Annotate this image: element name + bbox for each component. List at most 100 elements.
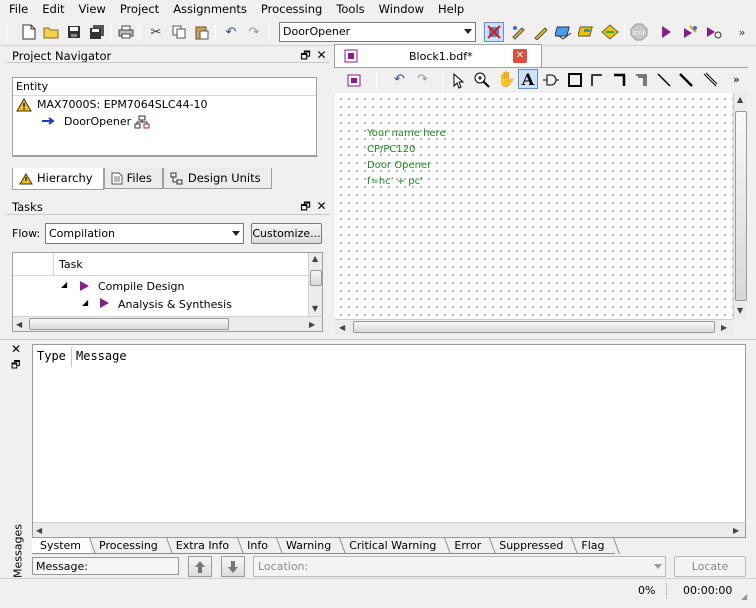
scroll-up-icon[interactable]: ▲: [312, 254, 318, 263]
close-icon[interactable]: ✕: [315, 199, 328, 214]
settings-icon[interactable]: [554, 22, 574, 42]
note-equation[interactable]: f=hc' + pc': [367, 174, 423, 190]
tab-block1[interactable]: Block1.bdf* ✕: [334, 44, 542, 67]
close-tab-icon[interactable]: ✕: [513, 49, 527, 63]
menu-assignments[interactable]: Assignments: [166, 0, 254, 19]
undo-icon[interactable]: ↶: [221, 22, 241, 42]
menu-edit[interactable]: Edit: [35, 0, 71, 19]
scroll-right-icon[interactable]: ▶: [309, 320, 315, 329]
diagonal-node-icon[interactable]: [656, 72, 672, 88]
previous-message-button[interactable]: [188, 556, 212, 577]
note-author[interactable]: Your name here: [367, 126, 446, 142]
entity-column-header[interactable]: Entity: [13, 78, 316, 96]
close-icon[interactable]: ✕: [11, 342, 21, 356]
tab-files[interactable]: Files: [103, 168, 163, 189]
chip-planner-icon[interactable]: [484, 22, 504, 42]
undo-icon[interactable]: ↶: [394, 72, 405, 87]
task-row[interactable]: ◢ Compile Design: [13, 278, 308, 295]
symbol-tool-icon[interactable]: [542, 73, 560, 87]
note-project[interactable]: Door Opener: [367, 158, 431, 174]
save-icon[interactable]: [64, 22, 84, 42]
hierarchy-chart-icon[interactable]: [134, 115, 150, 129]
tab-system[interactable]: System: [32, 538, 92, 554]
menu-window[interactable]: Window: [372, 0, 431, 19]
note-course[interactable]: CP/PC120: [367, 142, 415, 158]
scroll-left-icon[interactable]: ◀: [16, 320, 22, 329]
scroll-thumb[interactable]: [353, 321, 715, 333]
hierarchy-up-icon[interactable]: [347, 72, 363, 88]
copy-icon[interactable]: [169, 22, 189, 42]
tab-suppressed[interactable]: Suppressed: [491, 538, 574, 554]
locate-button[interactable]: Locate: [674, 556, 746, 577]
hand-tool-icon[interactable]: ✋: [497, 70, 516, 88]
tab-extra-info[interactable]: Extra Info: [167, 538, 240, 554]
tab-flag[interactable]: Flag: [573, 538, 615, 554]
chip-editor-icon[interactable]: [600, 22, 620, 42]
entity-hierarchy-tree[interactable]: Entity MAX7000S: EPM7064SLC44-10 DoorOpe…: [12, 77, 317, 156]
task-list[interactable]: Task ◢ Compile Design ◢ Analysis & Synth…: [12, 252, 323, 332]
text-tool-icon[interactable]: A: [518, 69, 538, 89]
scroll-right-icon[interactable]: ▶: [721, 323, 727, 332]
cut-icon[interactable]: ✂: [146, 22, 166, 42]
scroll-thumb[interactable]: [310, 270, 322, 286]
timing-analysis-icon[interactable]: [704, 22, 724, 42]
task-column-header[interactable]: Task: [59, 258, 83, 271]
diagonal-bus-icon[interactable]: [678, 72, 694, 88]
tab-warning[interactable]: Warning: [277, 538, 342, 554]
scroll-down-icon[interactable]: ▼: [312, 304, 318, 313]
menu-processing[interactable]: Processing: [254, 0, 329, 19]
undock-icon[interactable]: 🗗: [299, 199, 312, 214]
message-field[interactable]: Message:: [32, 557, 179, 575]
redo-icon[interactable]: ↷: [417, 72, 428, 87]
scroll-down-icon[interactable]: ▼: [737, 306, 743, 315]
next-message-button[interactable]: [221, 556, 245, 577]
menu-file[interactable]: File: [0, 0, 35, 19]
task-list-horizontal-scrollbar[interactable]: ◀ ▶: [13, 316, 322, 331]
close-icon[interactable]: ✕: [315, 48, 328, 63]
scroll-left-icon[interactable]: ◀: [36, 526, 42, 535]
project-settings-icon[interactable]: [577, 22, 597, 42]
new-file-icon[interactable]: [19, 22, 39, 42]
type-column-header[interactable]: Type: [37, 349, 66, 363]
assignment-editor-icon[interactable]: [508, 22, 528, 42]
task-list-vertical-scrollbar[interactable]: ▲ ▼: [308, 253, 322, 316]
location-combobox[interactable]: Location:: [253, 556, 666, 577]
tab-hierarchy[interactable]: Hierarchy: [12, 168, 104, 190]
toolbar-overflow-icon[interactable]: »: [733, 73, 740, 86]
block-tool-icon[interactable]: [567, 72, 583, 88]
top-entity-row[interactable]: DoorOpener: [13, 113, 316, 130]
flow-combobox[interactable]: Compilation: [45, 223, 244, 244]
undock-icon[interactable]: 🗗: [11, 358, 20, 375]
messages-horizontal-scrollbar[interactable]: ◀ ▶: [33, 522, 745, 537]
orthogonal-bus-icon[interactable]: [612, 72, 628, 88]
orthogonal-node-icon[interactable]: [590, 72, 606, 88]
open-folder-icon[interactable]: [41, 22, 61, 42]
scroll-left-icon[interactable]: ◀: [339, 323, 345, 332]
menu-help[interactable]: Help: [431, 0, 471, 19]
tab-error[interactable]: Error: [446, 538, 492, 554]
tab-design-units[interactable]: Design Units: [162, 168, 272, 189]
paste-icon[interactable]: [192, 22, 212, 42]
menu-project[interactable]: Project: [113, 0, 166, 19]
schematic-canvas[interactable]: Your name here CP/PC120 Door Opener f=hc…: [335, 93, 733, 319]
stop-icon[interactable]: STOP: [629, 22, 649, 42]
menu-tools[interactable]: Tools: [329, 0, 371, 19]
task-row[interactable]: ◢ Analysis & Synthesis: [13, 296, 308, 313]
messages-list[interactable]: Type Message ◀ ▶: [32, 344, 746, 538]
start-compilation-icon[interactable]: [656, 22, 676, 42]
toolbar-overflow-icon[interactable]: »: [732, 22, 752, 42]
customize-button[interactable]: Customize...: [251, 223, 322, 244]
editor-vertical-scrollbar[interactable]: ▲ ▼: [733, 93, 747, 319]
zoom-tool-icon[interactable]: [474, 72, 490, 88]
expand-triangle-icon[interactable]: ◢: [82, 298, 88, 307]
editor-horizontal-scrollbar[interactable]: ◀ ▶: [335, 319, 733, 334]
scroll-thumb[interactable]: [29, 318, 229, 330]
analysis-synthesis-icon[interactable]: [680, 22, 700, 42]
resize-grip-icon[interactable]: ◢: [741, 592, 747, 601]
entity-combobox[interactable]: DoorOpener: [279, 22, 476, 42]
device-row[interactable]: MAX7000S: EPM7064SLC44-10: [13, 96, 316, 113]
selection-tool-icon[interactable]: [452, 73, 464, 89]
scroll-thumb[interactable]: [735, 111, 747, 301]
tab-processing[interactable]: Processing: [91, 538, 168, 554]
scroll-up-icon[interactable]: ▲: [737, 95, 743, 104]
